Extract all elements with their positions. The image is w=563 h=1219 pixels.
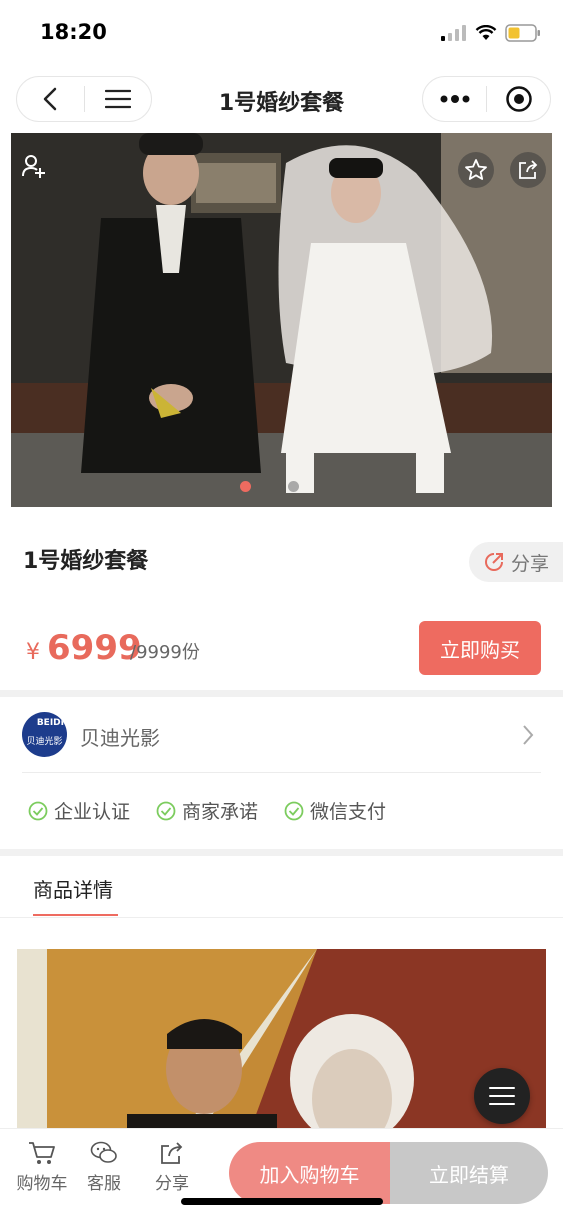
- product-hero-image[interactable]: [11, 133, 552, 507]
- checkout-button[interactable]: 立即结算: [390, 1142, 548, 1204]
- share-label: 分享: [511, 552, 550, 575]
- cart-label: 购物车: [16, 1174, 68, 1194]
- product-title: 1号婚纱套餐: [23, 549, 149, 574]
- check-circle-icon: [156, 801, 176, 820]
- favorite-button[interactable]: [458, 152, 494, 188]
- wedding-couple-photo: [11, 133, 552, 507]
- divider: [22, 772, 541, 773]
- shop-name[interactable]: 贝迪光影: [80, 722, 160, 751]
- share-out-icon: [519, 160, 538, 179]
- logo-text-top: BEIDI: [36, 718, 64, 728]
- customer-service-tab[interactable]: 客服: [74, 1141, 134, 1194]
- service-label: 客服: [87, 1174, 121, 1194]
- share-tab[interactable]: 分享: [142, 1141, 202, 1194]
- status-time: 18:20: [40, 20, 107, 44]
- close-miniprogram-button[interactable]: [487, 77, 550, 121]
- status-icons: [441, 24, 541, 42]
- battery-icon: [505, 24, 540, 42]
- tab-divider: [0, 917, 563, 918]
- follow-user-button[interactable]: [21, 153, 47, 183]
- home-indicator: [181, 1198, 383, 1205]
- star-icon: [465, 159, 487, 180]
- badge-enterprise: 企业认证: [28, 797, 130, 824]
- carousel-dot[interactable]: [288, 481, 299, 492]
- share-image-button[interactable]: [510, 152, 546, 188]
- price-currency: ¥: [26, 640, 40, 665]
- carousel-dot-active[interactable]: [240, 481, 251, 492]
- section-divider: [0, 690, 563, 697]
- shopping-cart-icon: [29, 1142, 55, 1164]
- floating-menu-button[interactable]: [474, 1068, 530, 1124]
- share-arrow-icon: [485, 553, 503, 571]
- badge-promise: 商家承诺: [156, 797, 258, 824]
- more-dots-icon: [440, 95, 469, 103]
- detail-image: [17, 949, 546, 1139]
- wechat-icon: [90, 1141, 117, 1163]
- shop-logo[interactable]: BEIDI 贝迪光影: [22, 712, 67, 757]
- check-circle-icon: [284, 801, 304, 820]
- section-divider: [0, 849, 563, 856]
- chevron-right-icon[interactable]: [522, 724, 534, 750]
- wifi-icon: [475, 25, 497, 40]
- tab-active-indicator: [33, 914, 118, 916]
- share-out-icon: [161, 1142, 183, 1164]
- add-to-cart-button[interactable]: 加入购物车: [229, 1142, 390, 1204]
- hamburger-icon: [489, 1087, 515, 1105]
- price-stock: /9999份: [130, 642, 200, 663]
- buy-now-button[interactable]: 立即购买: [419, 621, 541, 675]
- nav-capsule-right: [422, 76, 551, 122]
- price-value: 6999: [47, 628, 142, 668]
- badge-label: 企业认证: [54, 801, 131, 823]
- tab-product-detail[interactable]: 商品详情: [33, 874, 113, 903]
- add-user-icon: [22, 155, 45, 178]
- badge-label: 微信支付: [310, 801, 387, 823]
- check-circle-icon: [28, 801, 48, 820]
- more-button[interactable]: [423, 77, 486, 121]
- logo-text-bottom: 贝迪光影: [26, 737, 63, 747]
- target-circle-icon: [505, 86, 532, 112]
- share-tab-label: 分享: [155, 1174, 189, 1194]
- share-pill-button[interactable]: 分享: [469, 542, 563, 582]
- badge-label: 商家承诺: [182, 801, 259, 823]
- cart-tab[interactable]: 购物车: [12, 1141, 72, 1194]
- detail-couple-photo: [17, 949, 546, 1139]
- cellular-signal-icon: [441, 25, 466, 41]
- badge-wechat-pay: 微信支付: [284, 797, 386, 824]
